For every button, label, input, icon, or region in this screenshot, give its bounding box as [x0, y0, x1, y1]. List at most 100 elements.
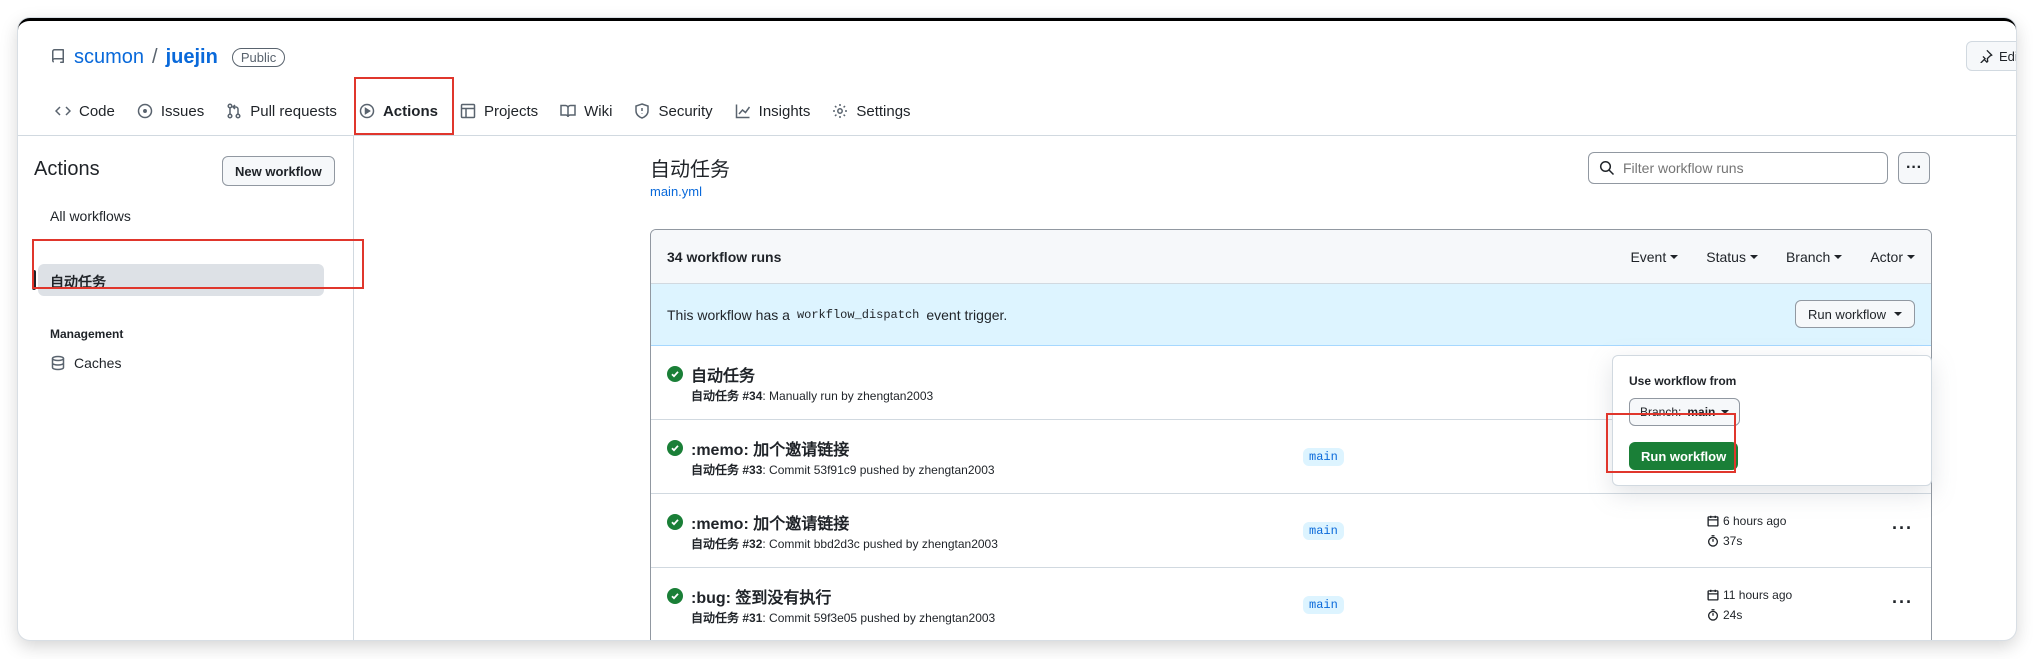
run-detail: : Manually run by zhengtan2003	[762, 389, 934, 403]
run-title[interactable]: 自动任务	[691, 362, 755, 386]
success-check-icon	[667, 514, 683, 530]
tab-projects[interactable]: Projects	[449, 89, 549, 133]
filter-actor-dropdown[interactable]: Actor	[1870, 249, 1915, 265]
sidebar-item-caches[interactable]: Caches	[50, 355, 121, 371]
caret-down-icon	[1907, 254, 1915, 259]
search-icon	[1599, 160, 1615, 176]
play-icon	[359, 103, 375, 119]
tab-label: Issues	[160, 102, 205, 120]
branch-select-label: Branch:	[1640, 405, 1682, 419]
filter-runs-input[interactable]	[1623, 160, 1873, 176]
sidebar-item-all-workflows[interactable]: All workflows	[50, 208, 131, 224]
time-text: 6 hours ago	[1723, 514, 1787, 528]
tab-label: Projects	[483, 102, 539, 120]
caret-down-icon	[1721, 410, 1730, 414]
run-workflow-submit-button[interactable]: Run workflow	[1629, 442, 1739, 470]
edit-button[interactable]: Edit	[1966, 41, 2016, 71]
caret-down-icon	[1749, 254, 1758, 259]
edit-label: Edit	[1999, 48, 2016, 64]
run-detail: : Commit 53f91c9 pushed by zhengtan2003	[762, 463, 995, 477]
code-icon	[55, 106, 71, 116]
tab-label: Wiki	[584, 102, 613, 120]
dispatch-suffix: event trigger.	[926, 306, 1008, 323]
run-workflow: 自动任务	[691, 463, 740, 477]
table-icon	[460, 103, 476, 119]
run-workflow: 自动任务	[691, 389, 740, 403]
runs-count: 34 workflow runs	[667, 248, 782, 265]
visibility-badge: Public	[231, 47, 286, 67]
gear-icon	[833, 104, 848, 118]
issue-icon	[137, 103, 153, 119]
filter-status-dropdown[interactable]: Status	[1706, 249, 1758, 265]
tab-issues[interactable]: Issues	[126, 89, 215, 133]
tab-actions[interactable]: Actions	[348, 89, 449, 135]
caret-down-icon	[1894, 312, 1902, 316]
tab-settings[interactable]: Settings	[821, 89, 921, 133]
filter-box	[1588, 152, 1888, 184]
tab-label: Code	[79, 102, 115, 120]
new-workflow-button[interactable]: New workflow	[222, 156, 335, 186]
branch-select-value: main	[1687, 405, 1716, 419]
calendar-icon	[1707, 515, 1719, 527]
tab-security[interactable]: Security	[623, 89, 723, 133]
filter-label: Actor	[1870, 248, 1903, 265]
table-row[interactable]: :bug: 签到没有执行 自动任务 #31: Commit 59f3e05 pu…	[651, 568, 1931, 640]
run-workflow-dropdown-button[interactable]: Run workflow	[1794, 300, 1915, 328]
workflow-file-link[interactable]: main.yml	[650, 184, 702, 199]
dispatch-code: workflow_dispatch	[796, 307, 920, 322]
run-title[interactable]: :memo: 加个邀请链接	[691, 436, 849, 460]
pin-icon	[1980, 49, 1993, 63]
time-text: 11 hours ago	[1723, 588, 1793, 602]
repo-name-link[interactable]: juejin	[166, 46, 218, 69]
table-row[interactable]: :memo: 加个邀请链接 自动任务 #32: Commit bbd2d3c p…	[651, 494, 1931, 568]
tab-wiki[interactable]: Wiki	[549, 89, 623, 133]
tab-pull-requests[interactable]: Pull requests	[215, 89, 348, 133]
run-detail: : Commit 59f3e05 pushed by zhengtan2003	[762, 611, 996, 625]
run-more-button[interactable]: ···	[1892, 592, 1913, 613]
run-number: #31	[742, 611, 763, 625]
branch-select-button[interactable]: Branch: main	[1629, 398, 1741, 426]
duration-text: 37s	[1723, 534, 1743, 548]
shield-icon	[635, 103, 650, 119]
menu-title: Use workflow from	[1629, 374, 1737, 388]
tab-label: Security	[658, 102, 713, 120]
run-workflow: 自动任务	[691, 537, 740, 551]
graph-icon	[735, 104, 750, 119]
runs-header: 34 workflow runs Event Status Branch Act…	[651, 230, 1931, 284]
repo-icon	[51, 49, 64, 63]
run-more-button[interactable]: ···	[1892, 518, 1913, 539]
filter-branch-dropdown[interactable]: Branch	[1785, 248, 1843, 265]
more-options-button[interactable]: ···	[1898, 152, 1930, 184]
run-duration: 24s	[1707, 608, 1742, 622]
run-subtitle: 自动任务 #33: Commit 53f91c9 pushed by zheng…	[691, 461, 995, 478]
repo-owner-link[interactable]: scumon	[74, 46, 144, 69]
run-subtitle: 自动任务 #31: Commit 59f3e05 pushed by zheng…	[691, 609, 995, 626]
success-check-icon	[667, 588, 683, 604]
branch-label[interactable]: main	[1303, 596, 1344, 614]
tab-insights[interactable]: Insights	[724, 89, 822, 133]
run-duration: 37s	[1707, 534, 1742, 548]
repo-header: scumon / juejin Public	[50, 41, 286, 73]
repo-tabs: Code Issues Pull requests Actions Projec…	[44, 89, 922, 135]
filter-label: Branch	[1785, 248, 1831, 265]
branch-label[interactable]: main	[1303, 448, 1344, 466]
tab-label: Insights	[758, 102, 811, 120]
run-number: #33	[742, 463, 763, 477]
sidebar-section-management: Management	[50, 327, 124, 341]
tab-code[interactable]: Code	[44, 89, 126, 133]
run-title[interactable]: :memo: 加个邀请链接	[691, 510, 849, 534]
book-icon	[560, 104, 576, 118]
run-workflow-menu: Use workflow from Branch: main Run workf…	[1612, 355, 1932, 486]
sidebar-item-label: Caches	[74, 355, 122, 371]
tab-label: Pull requests	[250, 102, 337, 120]
sidebar-title: Actions	[34, 158, 100, 180]
filter-event-dropdown[interactable]: Event	[1630, 248, 1679, 265]
filter-label: Event	[1630, 248, 1667, 265]
branch-label[interactable]: main	[1303, 522, 1344, 540]
dispatch-prefix: This workflow has a	[667, 306, 790, 323]
success-check-icon	[667, 440, 683, 456]
repo-separator: /	[152, 45, 158, 68]
run-title[interactable]: :bug: 签到没有执行	[691, 584, 831, 608]
pull-request-icon	[227, 103, 241, 119]
run-number: #32	[742, 537, 763, 551]
